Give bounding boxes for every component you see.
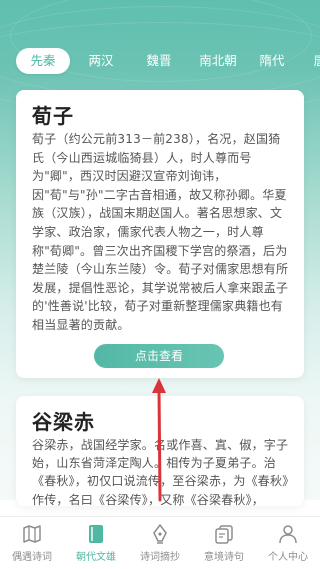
tab-lianghan[interactable]: 两汉 [76, 48, 126, 74]
tab-weijin[interactable]: 魏晋 [134, 48, 184, 74]
tab-xianqin[interactable]: 先秦 [16, 48, 70, 74]
nav-label: 诗词摘抄 [140, 552, 180, 563]
nav-label: 意境诗句 [204, 552, 244, 563]
nav-label: 偶遇诗词 [12, 552, 52, 563]
dynasty-tab-bar: 先秦 两汉 魏晋 南北朝 隋代 唐 [0, 48, 320, 76]
tab-nanbeichao[interactable]: 南北朝 [190, 48, 246, 74]
tab-suidai[interactable]: 隋代 [250, 48, 294, 74]
book-icon [89, 525, 103, 543]
person-icon [279, 525, 297, 544]
copy-icon [215, 525, 233, 544]
author-name: 荀子 [32, 104, 74, 128]
nav-shici-zhaichao[interactable]: 诗词摘抄 [128, 523, 192, 563]
author-name: 谷梁赤 [32, 410, 95, 434]
nav-label: 个人中心 [268, 552, 308, 563]
nav-geren-zhongxin[interactable]: 个人中心 [256, 523, 320, 563]
nav-label: 朝代文雄 [76, 552, 116, 563]
nav-chaodai-wenxiong[interactable]: 朝代文雄 [64, 523, 128, 563]
tab-tang[interactable]: 唐 [306, 48, 320, 74]
view-details-button[interactable]: 点击查看 [94, 344, 224, 368]
nav-ouyu-shici[interactable]: 偶遇诗词 [0, 523, 64, 563]
author-card-xunzi: 荀子 荀子（约公元前313－前238），名况，赵国猗氏（今山西运城临猗县）人，时… [16, 90, 304, 378]
author-card-guliangchi: 谷梁赤 谷梁赤，战国经学家。名或作喜、寘、俶，字子始，山东省菏泽定陶人。相传为子… [16, 396, 304, 506]
nav-yijing-shiju[interactable]: 意境诗句 [192, 523, 256, 563]
bottom-navigation: 偶遇诗词 朝代文雄 诗词摘抄 意境诗句 个人中心 [0, 516, 320, 569]
author-bio: 荀子（约公元前313－前238），名况，赵国猗氏（今山西运城临猗县）人，时人尊而… [32, 132, 289, 332]
map-icon [23, 525, 41, 543]
author-bio: 谷梁赤，战国经学家。名或作喜、寘、俶，字子始，山东省菏泽定陶人。相传为子夏弟子。… [32, 438, 289, 506]
pen-icon [153, 524, 167, 544]
